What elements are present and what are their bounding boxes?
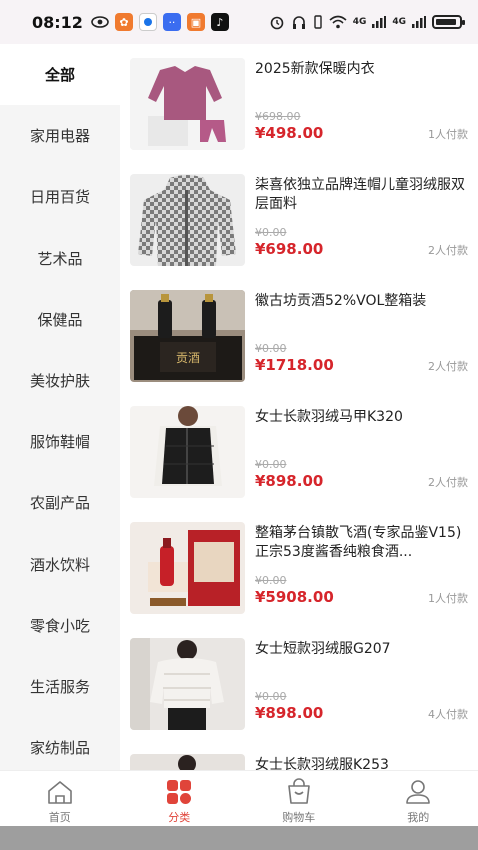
alarm-icon (270, 16, 283, 30)
tab-profile[interactable]: 我的 (359, 771, 478, 826)
product-title: 2025新款保暖内衣 (255, 61, 375, 77)
signal-label-2: 4G (392, 17, 406, 27)
product-price: ¥698.00 (255, 240, 324, 258)
notification-icons: ✿ ·· ▣ ♪ (91, 13, 229, 31)
product-card[interactable]: 2025新款保暖内衣 ¥698.00 ¥498.00 1人付款 (130, 58, 468, 152)
sales-count: 2人付款 (428, 476, 468, 489)
product-title: 女士长款羽绒马甲K320 (255, 409, 403, 425)
tab-cart[interactable]: 购物车 (239, 771, 359, 826)
battery-icon (432, 15, 465, 29)
red-liquor-photo (130, 522, 245, 614)
tab-label: 分类 (168, 811, 191, 824)
product-card[interactable]: 女士长款羽绒马甲K320 ¥0.00 ¥898.00 2人付款 (130, 406, 468, 500)
product-title: 女士长款羽绒服K253 (255, 757, 389, 770)
sidebar-item-daily-goods[interactable]: 日用百货 (0, 166, 120, 227)
tab-label: 我的 (407, 811, 430, 824)
vest-photo (130, 406, 245, 498)
product-price: ¥498.00 (255, 124, 324, 142)
sidebar-item-home-appliances[interactable]: 家用电器 (0, 105, 120, 166)
sidebar-item-all[interactable]: 全部 (0, 44, 120, 106)
sidebar-item-art[interactable]: 艺术品 (0, 228, 120, 289)
product-title: 徽古坊贡酒52%VOL整箱装 (255, 293, 427, 309)
tab-category[interactable]: 分类 (120, 771, 240, 826)
eye-icon (91, 16, 109, 28)
sidebar-item-apparel[interactable]: 服饰鞋帽 (0, 411, 120, 472)
tiktok-icon: ♪ (210, 13, 229, 31)
product-price: ¥5908.00 (255, 588, 334, 606)
tab-label: 首页 (48, 811, 71, 824)
signal-icon-1 (372, 16, 387, 28)
product-title: 女士短款羽绒服G207 (255, 641, 391, 657)
system-nav-bar (0, 826, 478, 850)
product-card[interactable]: 柒喜依独立品牌连帽儿童羽绒服双层面料 ¥0.00 ¥698.00 2人付款 (130, 174, 468, 268)
bottom-tab-bar: 首页 分类 购物车 我的 (0, 770, 478, 826)
product-list: 2025新款保暖内衣 ¥698.00 ¥498.00 1人付款 柒喜依独立品牌连… (120, 44, 478, 770)
product-price: ¥1718.00 (255, 356, 334, 374)
sidebar-item-beauty[interactable]: 美妆护肤 (0, 350, 120, 411)
category-icon (167, 780, 192, 804)
product-title: 整箱茅台镇散飞酒(专家品鉴V15)正宗53度酱香纯粮食酒... (255, 525, 462, 560)
partial-photo (130, 754, 245, 770)
original-price: ¥0.00 (255, 458, 287, 471)
product-title: 柒喜依独立品牌连帽儿童羽绒服双层面料 (255, 177, 465, 212)
original-price: ¥0.00 (255, 690, 287, 703)
home-icon (47, 781, 72, 804)
app-notification-icon: ✿ (114, 13, 133, 31)
headphones-icon (292, 16, 305, 29)
wifi-icon (329, 15, 347, 29)
vibrate-icon (313, 15, 322, 29)
product-card[interactable]: 整箱茅台镇散飞酒(专家品鉴V15)正宗53度酱香纯粮食酒... ¥0.00 ¥5… (130, 522, 468, 616)
user-icon (406, 780, 431, 804)
system-status: 4G 4G (269, 14, 465, 30)
original-price: ¥0.00 (255, 342, 287, 355)
sidebar-item-snacks[interactable]: 零食小吃 (0, 595, 120, 656)
product-card[interactable]: 女士长款羽绒服K253 (130, 754, 468, 770)
product-price: ¥898.00 (255, 704, 324, 722)
chat-notification-icon (138, 13, 157, 31)
product-card[interactable]: 女士短款羽绒服G207 ¥0.00 ¥898.00 4人付款 (130, 638, 468, 732)
original-price: ¥698.00 (255, 110, 301, 123)
tab-home[interactable]: 首页 (0, 771, 120, 826)
sales-count: 4人付款 (428, 708, 468, 721)
tab-label: 购物车 (282, 811, 316, 824)
sidebar-item-services[interactable]: 生活服务 (0, 656, 120, 717)
product-card[interactable]: 贡酒 徽古坊贡酒52%VOL整箱装 ¥0.00 ¥1718.00 2人付款 (130, 290, 468, 384)
category-sidebar: 全部 家用电器 日用百货 艺术品 保健品 美妆护肤 服饰鞋帽 农副产品 酒水饮料… (0, 44, 120, 770)
signal-label-1: 4G (352, 17, 367, 27)
sales-count: 1人付款 (428, 592, 468, 605)
sidebar-item-drinks[interactable]: 酒水饮料 (0, 534, 120, 595)
sales-count: 2人付款 (428, 360, 468, 373)
svg-text:贡酒: 贡酒 (176, 351, 200, 365)
sidebar-item-farm-products[interactable]: 农副产品 (0, 472, 120, 533)
message-notification-icon: ·· (162, 13, 181, 31)
sales-count: 2人付款 (428, 244, 468, 257)
sidebar-item-health[interactable]: 保健品 (0, 289, 120, 350)
original-price: ¥0.00 (255, 574, 287, 587)
sales-count: 1人付款 (428, 128, 468, 141)
signal-icon-2 (412, 16, 426, 28)
status-time: 08:12 (32, 12, 83, 32)
shop-notification-icon: ▣ (186, 13, 205, 31)
cart-icon (287, 778, 310, 804)
product-price: ¥898.00 (255, 472, 324, 490)
white-jacket-photo (130, 638, 245, 730)
kids-jacket-photo (130, 174, 245, 266)
status-bar: 08:12 ✿ ·· ▣ ♪ 4G 4G (0, 0, 478, 44)
sweater-photo (130, 58, 245, 150)
liquor-box-photo: 贡酒 (130, 290, 245, 382)
original-price: ¥0.00 (255, 226, 287, 239)
